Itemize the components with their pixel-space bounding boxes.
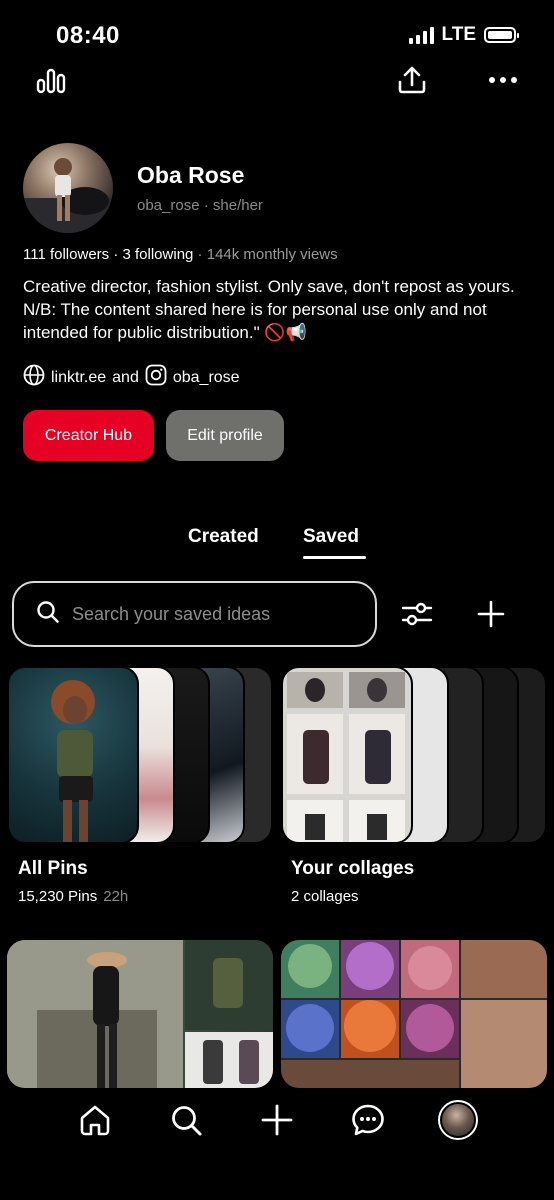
create-icon[interactable] — [257, 1100, 297, 1140]
stats-separator: · — [193, 246, 207, 263]
board-preview-tile[interactable] — [281, 940, 547, 1088]
monthly-views: 144k monthly views — [206, 246, 338, 263]
filter-icon[interactable] — [399, 596, 435, 632]
board-cover-image — [281, 666, 413, 844]
status-indicators: LTE — [408, 24, 519, 46]
search-bar[interactable] — [12, 581, 377, 647]
profile-nav-avatar[interactable] — [438, 1100, 478, 1140]
following-count[interactable]: 3 following — [123, 246, 194, 263]
board-collage-count: 2 collages — [291, 888, 359, 905]
search-nav-icon[interactable] — [166, 1100, 206, 1140]
active-tab-indicator — [303, 556, 366, 559]
search-input[interactable] — [72, 603, 362, 625]
status-time: 08:40 — [56, 22, 120, 49]
board-meta: 15,230 Pins 22h — [18, 888, 128, 905]
instagram-link[interactable]: oba_rose — [173, 369, 240, 387]
followers-count[interactable]: 111 followers — [23, 246, 109, 263]
share-icon[interactable] — [394, 62, 430, 98]
board-pin-count: 15,230 Pins — [18, 888, 98, 905]
battery-icon — [484, 27, 519, 43]
board-cover-image — [7, 666, 139, 844]
profile-handle: oba_rose · she/her — [137, 197, 263, 214]
profile-stats: 111 followers · 3 following · 144k month… — [23, 246, 338, 263]
stats-separator: · — [109, 246, 123, 263]
website-link[interactable]: linktr.ee — [51, 369, 106, 387]
home-icon[interactable] — [75, 1100, 115, 1140]
board-preview-tile[interactable] — [7, 940, 273, 1088]
tab-created[interactable]: Created — [188, 526, 259, 548]
board-your-collages[interactable] — [281, 666, 547, 844]
instagram-icon — [145, 364, 167, 391]
profile-avatar[interactable] — [23, 143, 113, 233]
profile-links: linktr.ee and oba_rose — [23, 364, 240, 391]
board-title: All Pins — [18, 858, 88, 879]
board-all-pins[interactable] — [7, 666, 273, 844]
creator-hub-button[interactable]: Creator Hub — [23, 410, 154, 461]
board-meta: 2 collages — [291, 888, 359, 905]
messages-icon[interactable] — [348, 1100, 388, 1140]
more-icon[interactable] — [485, 62, 521, 98]
signal-icon — [408, 26, 434, 44]
board-title: Your collages — [291, 858, 415, 879]
profile-name: Oba Rose — [137, 162, 245, 188]
profile-bio: Creative director, fashion stylist. Only… — [23, 277, 515, 342]
edit-profile-button[interactable]: Edit profile — [166, 410, 284, 461]
network-label: LTE — [441, 24, 476, 45]
tab-saved[interactable]: Saved — [303, 526, 359, 548]
stats-icon[interactable] — [33, 62, 69, 98]
board-updated: 22h — [103, 888, 129, 905]
search-icon — [36, 600, 60, 629]
links-joiner: and — [112, 368, 139, 386]
plus-icon[interactable] — [473, 596, 509, 632]
globe-icon — [23, 364, 45, 391]
